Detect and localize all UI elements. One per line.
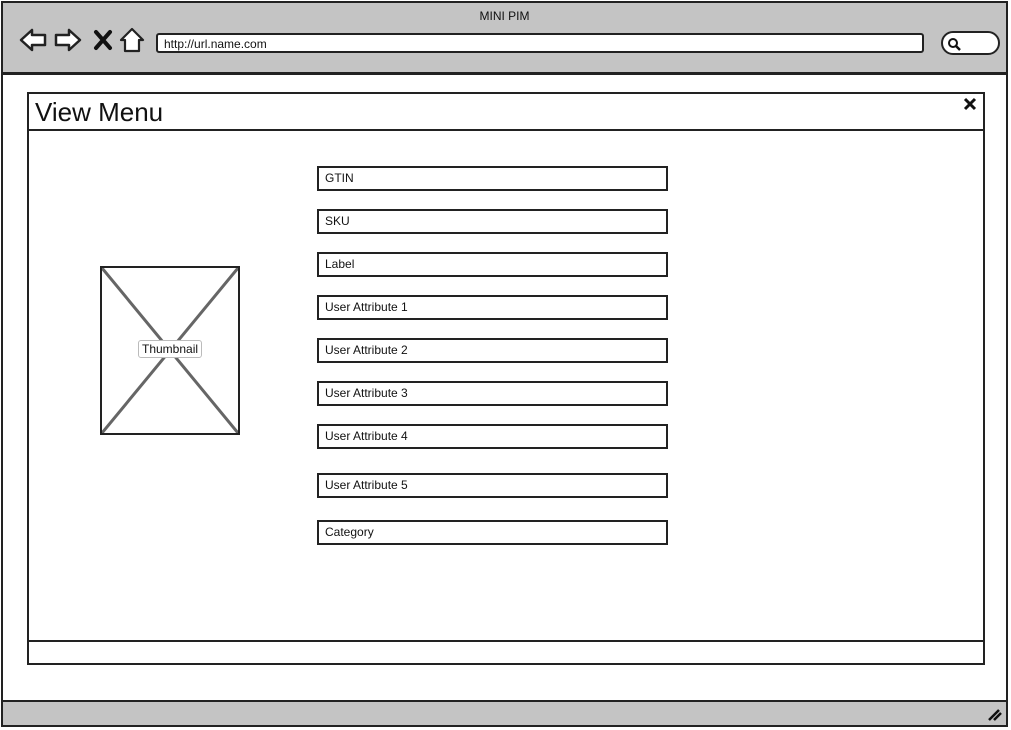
thumbnail-image: Thumbnail	[100, 266, 240, 435]
user-attribute-2-field[interactable]: User Attribute 2	[317, 338, 668, 363]
dialog-header: View Menu	[29, 94, 983, 131]
category-field[interactable]: Category	[317, 520, 668, 545]
browser-toolbar: MINI PIM http://url.name.com	[3, 3, 1006, 75]
close-icon[interactable]	[963, 97, 977, 111]
dialog-title: View Menu	[35, 97, 164, 127]
sku-field[interactable]: SKU	[317, 209, 668, 234]
gtin-field[interactable]: GTIN	[317, 166, 668, 191]
browser-window: MINI PIM http://url.name.com View Menu T…	[1, 1, 1008, 727]
user-attribute-4-field[interactable]: User Attribute 4	[317, 424, 668, 449]
user-attribute-3-field[interactable]: User Attribute 3	[317, 381, 668, 406]
user-attribute-5-field[interactable]: User Attribute 5	[317, 473, 668, 498]
search-icon	[948, 38, 961, 51]
forward-arrow-icon[interactable]	[51, 23, 85, 57]
status-bar	[3, 700, 1006, 725]
dialog-footer	[29, 640, 983, 663]
back-arrow-icon[interactable]	[16, 23, 50, 57]
window-title: MINI PIM	[479, 9, 530, 23]
user-attribute-1-field[interactable]: User Attribute 1	[317, 295, 668, 320]
thumbnail-label: Thumbnail	[138, 340, 203, 358]
view-menu-dialog: View Menu Thumbnail GTIN SKU Label User …	[27, 92, 985, 665]
resize-grip-icon[interactable]	[986, 708, 1002, 722]
home-icon[interactable]	[115, 23, 149, 57]
search-box[interactable]	[941, 31, 1000, 55]
url-bar[interactable]: http://url.name.com	[156, 33, 924, 53]
label-field[interactable]: Label	[317, 252, 668, 277]
